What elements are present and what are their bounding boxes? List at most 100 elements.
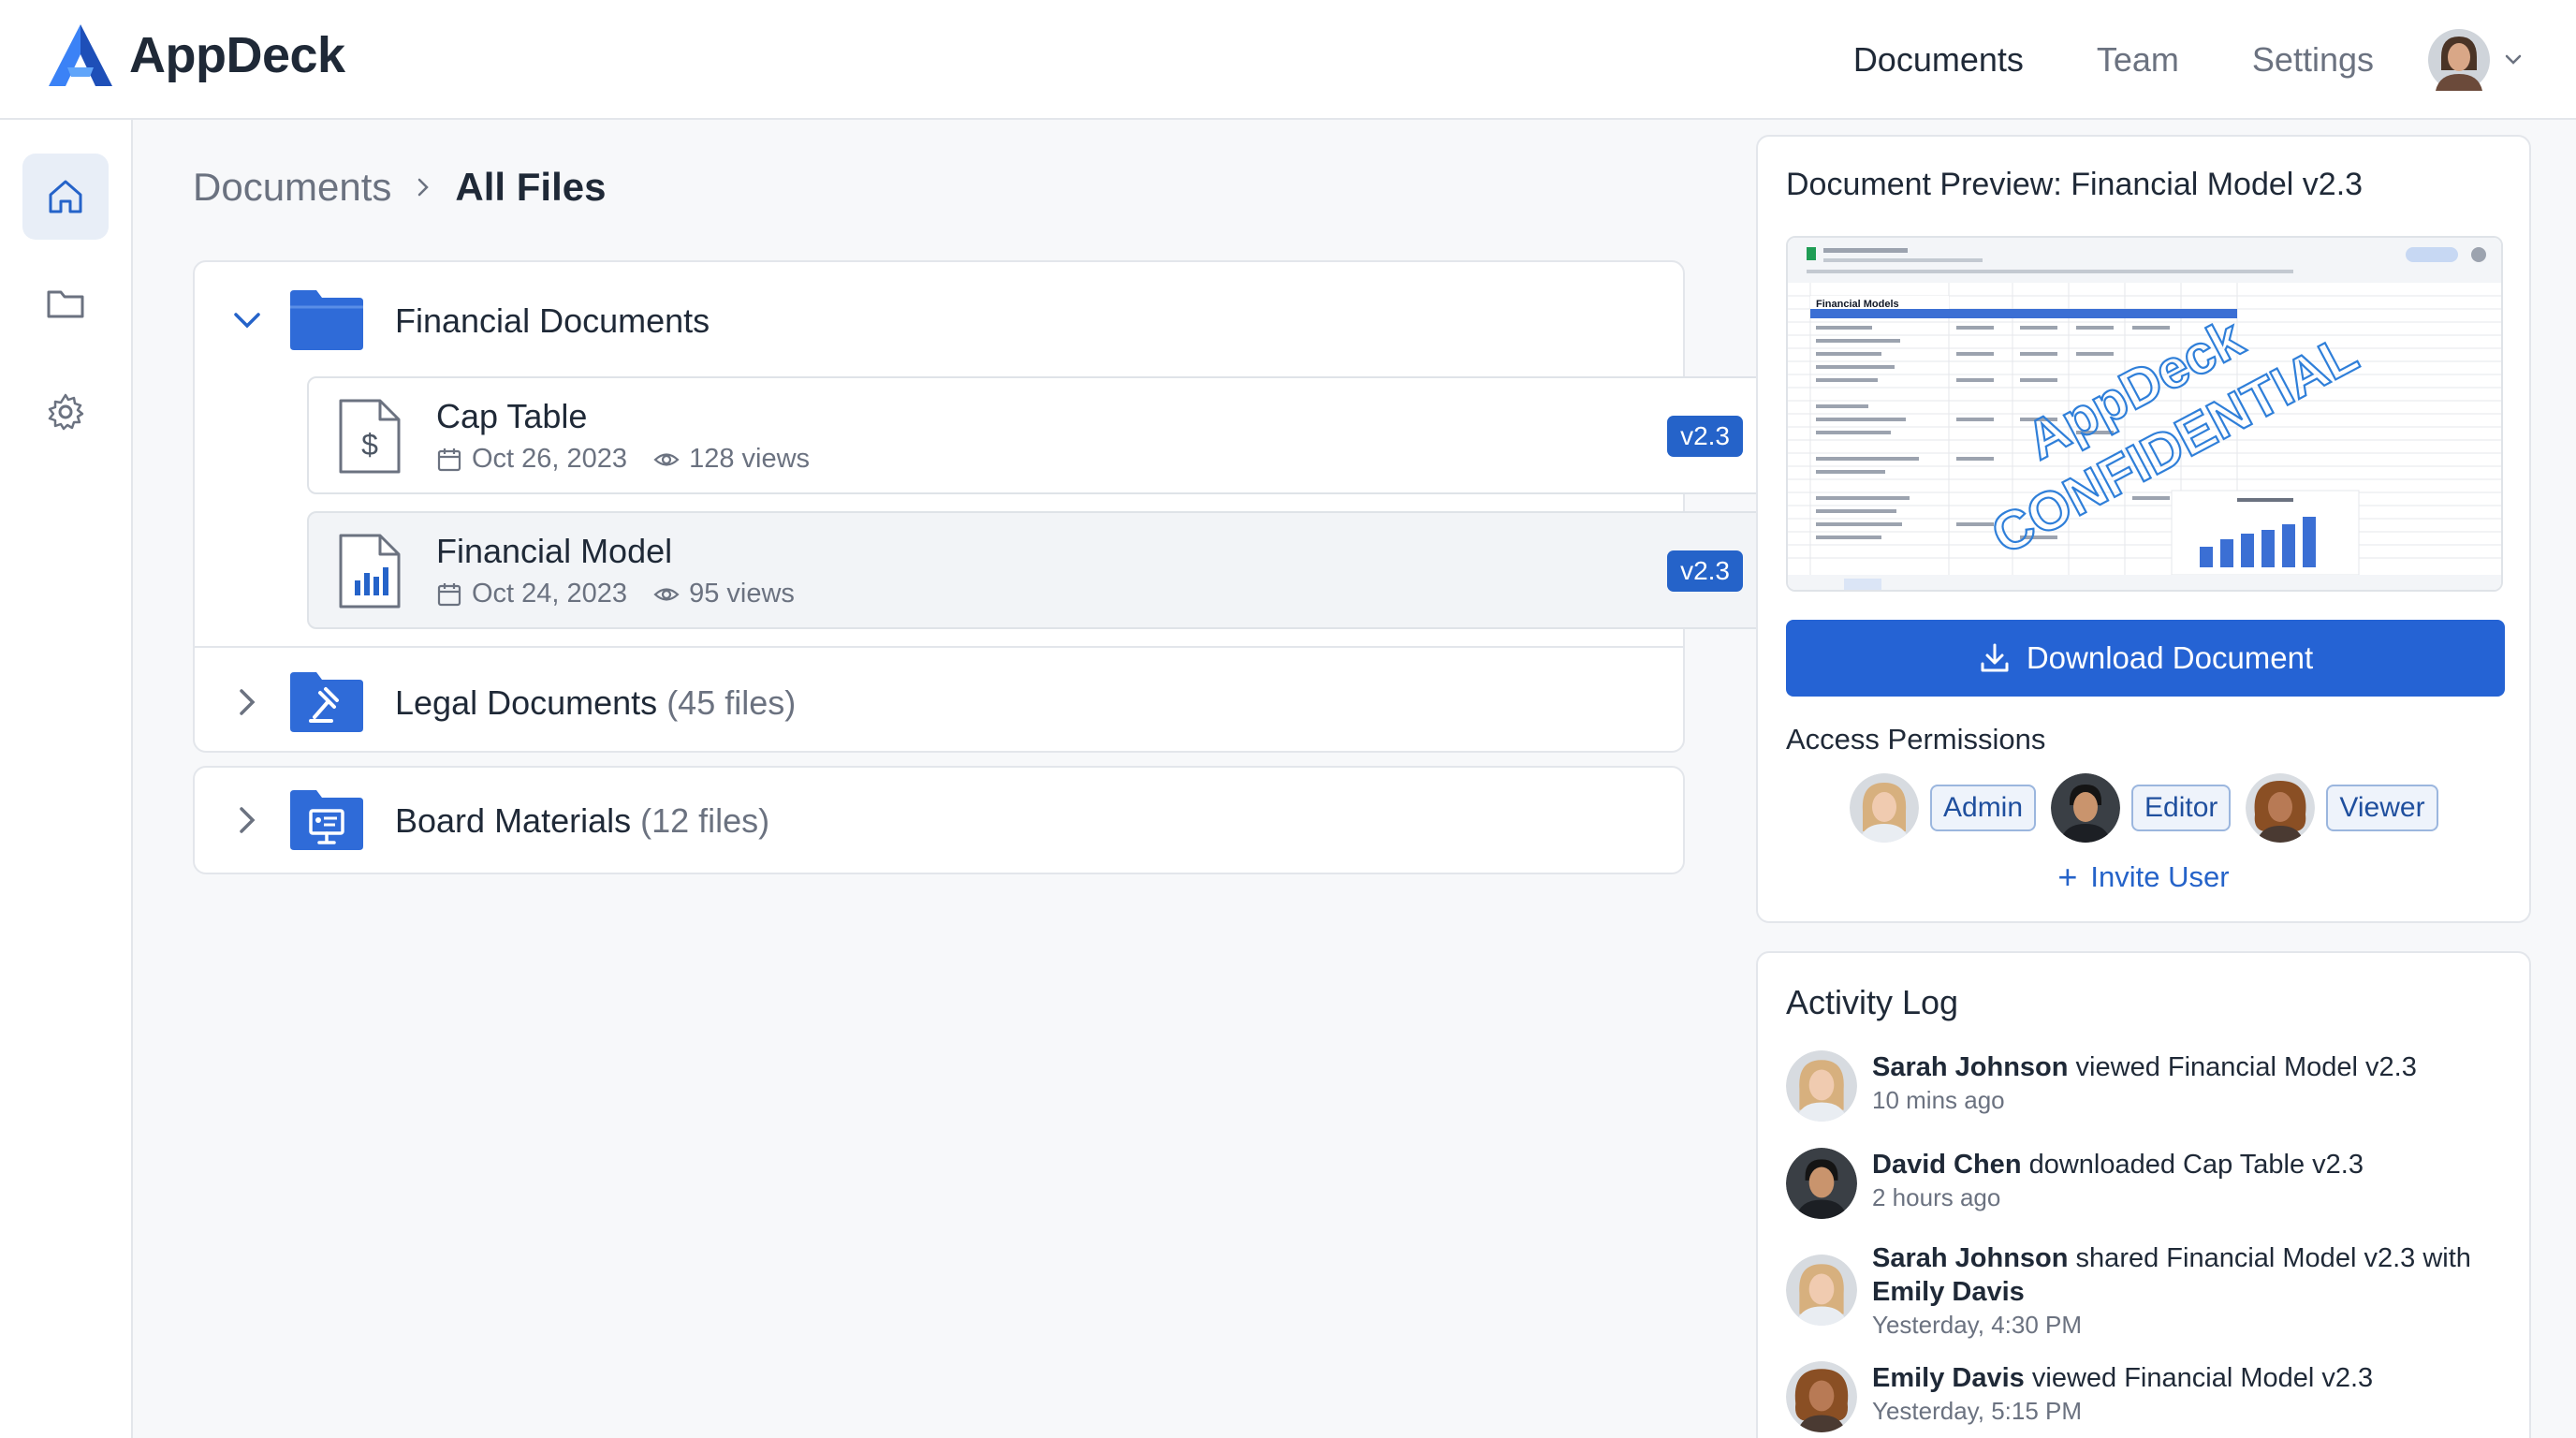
file-item-cap-table[interactable]: $ Cap Table Oct 26, 2023 128 views v2.3 bbox=[307, 376, 1771, 494]
role-editor-chip[interactable]: Editor bbox=[2131, 785, 2232, 831]
activity-entry: Sarah Johnson viewed Financial Model v2.… bbox=[1786, 1050, 2527, 1122]
file-item-financial-model[interactable]: Financial Model Oct 24, 2023 95 views v2… bbox=[307, 511, 1771, 629]
permissions-list: Admin Editor Viewer bbox=[1850, 773, 2453, 843]
eye-icon bbox=[653, 452, 680, 466]
avatar-david-chen bbox=[1786, 1148, 1857, 1219]
avatar-david-chen[interactable] bbox=[2051, 773, 2121, 843]
app-logo[interactable]: AppDeck bbox=[47, 22, 345, 88]
chevron-right-icon bbox=[418, 178, 430, 197]
sidebar-item-home[interactable] bbox=[22, 154, 109, 240]
folder-title: Legal Documents bbox=[395, 683, 658, 722]
activity-user: David Chen bbox=[1872, 1150, 2022, 1180]
role-viewer-chip[interactable]: Viewer bbox=[2326, 785, 2438, 831]
activity-log-panel: Activity Log Sarah Johnson viewed Financ… bbox=[1756, 951, 2531, 1438]
avatar-sarah-johnson bbox=[1786, 1255, 1857, 1326]
folder-name-legal: Legal Documents (45 files) bbox=[395, 683, 796, 723]
user-avatar bbox=[2428, 29, 2490, 91]
chevron-down-icon[interactable] bbox=[230, 303, 264, 337]
document-preview[interactable]: Financial Models AppDeck CONFIDENTIAL bbox=[1786, 236, 2503, 592]
preview-title: Document Preview: Financial Model v2.3 bbox=[1786, 167, 2364, 202]
nav-documents[interactable]: Documents bbox=[1853, 40, 2024, 80]
activity-action: shared Financial Model v2.3 with bbox=[2068, 1243, 2471, 1273]
folder-name-board: Board Materials (12 files) bbox=[395, 801, 769, 841]
user-menu-button[interactable] bbox=[2428, 29, 2524, 91]
file-views: 95 views bbox=[689, 579, 795, 609]
top-nav: Documents Team Settings bbox=[1780, 0, 2524, 120]
activity-entry: David Chen downloaded Cap Table v2.3 2 h… bbox=[1786, 1148, 2527, 1219]
avatar-emily-davis bbox=[1786, 1361, 1857, 1432]
invite-user-button[interactable]: + Invite User bbox=[1758, 858, 2529, 897]
role-admin-chip[interactable]: Admin bbox=[1930, 785, 2037, 831]
avatar-sarah-johnson bbox=[1786, 1050, 1857, 1122]
folder-row-financial[interactable]: Financial Documents bbox=[195, 281, 1683, 360]
dollar-document-icon: $ bbox=[339, 399, 401, 474]
activity-entry: Sarah Johnson shared Financial Model v2.… bbox=[1786, 1241, 2527, 1341]
file-name: Financial Model bbox=[436, 532, 673, 570]
chevron-right-icon[interactable] bbox=[230, 685, 264, 719]
nav-settings[interactable]: Settings bbox=[2252, 40, 2374, 80]
sheet-heading: Financial Models bbox=[1816, 299, 1899, 310]
activity-user: Sarah Johnson bbox=[1872, 1243, 2069, 1273]
download-label: Download Document bbox=[2026, 640, 2314, 675]
top-bar: AppDeck Documents Team Settings bbox=[0, 0, 2576, 120]
calendar-icon bbox=[437, 582, 461, 606]
presentation-folder-icon bbox=[290, 790, 363, 850]
folder-card-board: Board Materials (12 files) bbox=[193, 766, 1685, 874]
activity-time: Yesterday, 4:30 PM bbox=[1872, 1311, 2083, 1339]
folder-row-board[interactable]: Board Materials (12 files) bbox=[195, 781, 1683, 859]
chevron-down-icon bbox=[2505, 54, 2522, 65]
activity-text: Emily Davis viewed Financial Model v2.3 … bbox=[1872, 1361, 2527, 1432]
avatar-emily-davis[interactable] bbox=[2246, 773, 2316, 843]
file-views: 128 views bbox=[689, 444, 811, 474]
chart-document-icon bbox=[339, 534, 401, 609]
folder-row-legal[interactable]: Legal Documents (45 files) bbox=[195, 663, 1683, 741]
breadcrumb-current: All Files bbox=[455, 165, 607, 209]
folder-icon bbox=[290, 290, 363, 350]
activity-text: Sarah Johnson shared Financial Model v2.… bbox=[1872, 1241, 2527, 1341]
activity-action: viewed Financial Model v2.3 bbox=[2024, 1363, 2374, 1393]
app-name: AppDeck bbox=[129, 27, 345, 83]
permissions-title: Access Permissions bbox=[1786, 723, 2046, 756]
sidebar-item-folders[interactable] bbox=[22, 260, 109, 346]
divider bbox=[195, 646, 1683, 648]
sidebar-item-settings[interactable] bbox=[22, 369, 109, 455]
activity-user: Sarah Johnson bbox=[1872, 1052, 2069, 1082]
nav-team[interactable]: Team bbox=[2097, 40, 2179, 80]
version-badge: v2.3 bbox=[1667, 550, 1743, 592]
breadcrumb-documents[interactable]: Documents bbox=[193, 165, 391, 210]
svg-text:$: $ bbox=[361, 428, 378, 462]
activity-user: Emily Davis bbox=[1872, 1363, 2025, 1393]
folder-icon bbox=[47, 290, 84, 318]
preview-panel: Document Preview: Financial Model v2.3 F… bbox=[1756, 135, 2531, 923]
file-meta: Oct 24, 2023 95 views bbox=[436, 579, 795, 609]
chevron-right-icon[interactable] bbox=[230, 803, 264, 837]
folder-name-financial: Financial Documents bbox=[395, 301, 710, 340]
activity-action: downloaded Cap Table v2.3 bbox=[2021, 1150, 2364, 1180]
activity-time: Yesterday, 5:15 PM bbox=[1872, 1397, 2083, 1425]
invite-label: Invite User bbox=[2090, 860, 2230, 893]
eye-icon bbox=[653, 587, 680, 601]
download-icon bbox=[1981, 643, 2009, 672]
sidebar bbox=[0, 120, 133, 1438]
calendar-icon bbox=[437, 448, 461, 471]
file-date: Oct 26, 2023 bbox=[472, 444, 628, 474]
spreadsheet-thumbnail: Financial Models AppDeck CONFIDENTIAL bbox=[1788, 238, 2501, 590]
activity-log-title: Activity Log bbox=[1786, 983, 1959, 1021]
activity-time: 10 mins ago bbox=[1872, 1086, 2005, 1114]
folder-card-financial-legal: Financial Documents $ Cap Table Oct 26, … bbox=[193, 260, 1771, 753]
gavel-folder-icon bbox=[290, 672, 363, 732]
avatar-sarah-johnson[interactable] bbox=[1850, 773, 1919, 843]
file-date: Oct 24, 2023 bbox=[472, 579, 628, 609]
activity-text: Sarah Johnson viewed Financial Model v2.… bbox=[1872, 1050, 2527, 1122]
activity-action: viewed Financial Model v2.3 bbox=[2068, 1052, 2417, 1082]
folder-file-count: (45 files) bbox=[666, 683, 797, 722]
activity-time: 2 hours ago bbox=[1872, 1183, 2001, 1211]
download-document-button[interactable]: Download Document bbox=[1786, 620, 2505, 697]
folder-title: Board Materials bbox=[395, 801, 632, 840]
activity-entry: Emily Davis viewed Financial Model v2.3 … bbox=[1786, 1361, 2527, 1432]
appdeck-logo-icon bbox=[49, 24, 112, 86]
version-badge: v2.3 bbox=[1667, 416, 1743, 457]
gear-icon bbox=[48, 393, 84, 431]
activity-target-user: Emily Davis bbox=[1872, 1277, 2025, 1307]
plus-icon: + bbox=[2057, 858, 2078, 896]
